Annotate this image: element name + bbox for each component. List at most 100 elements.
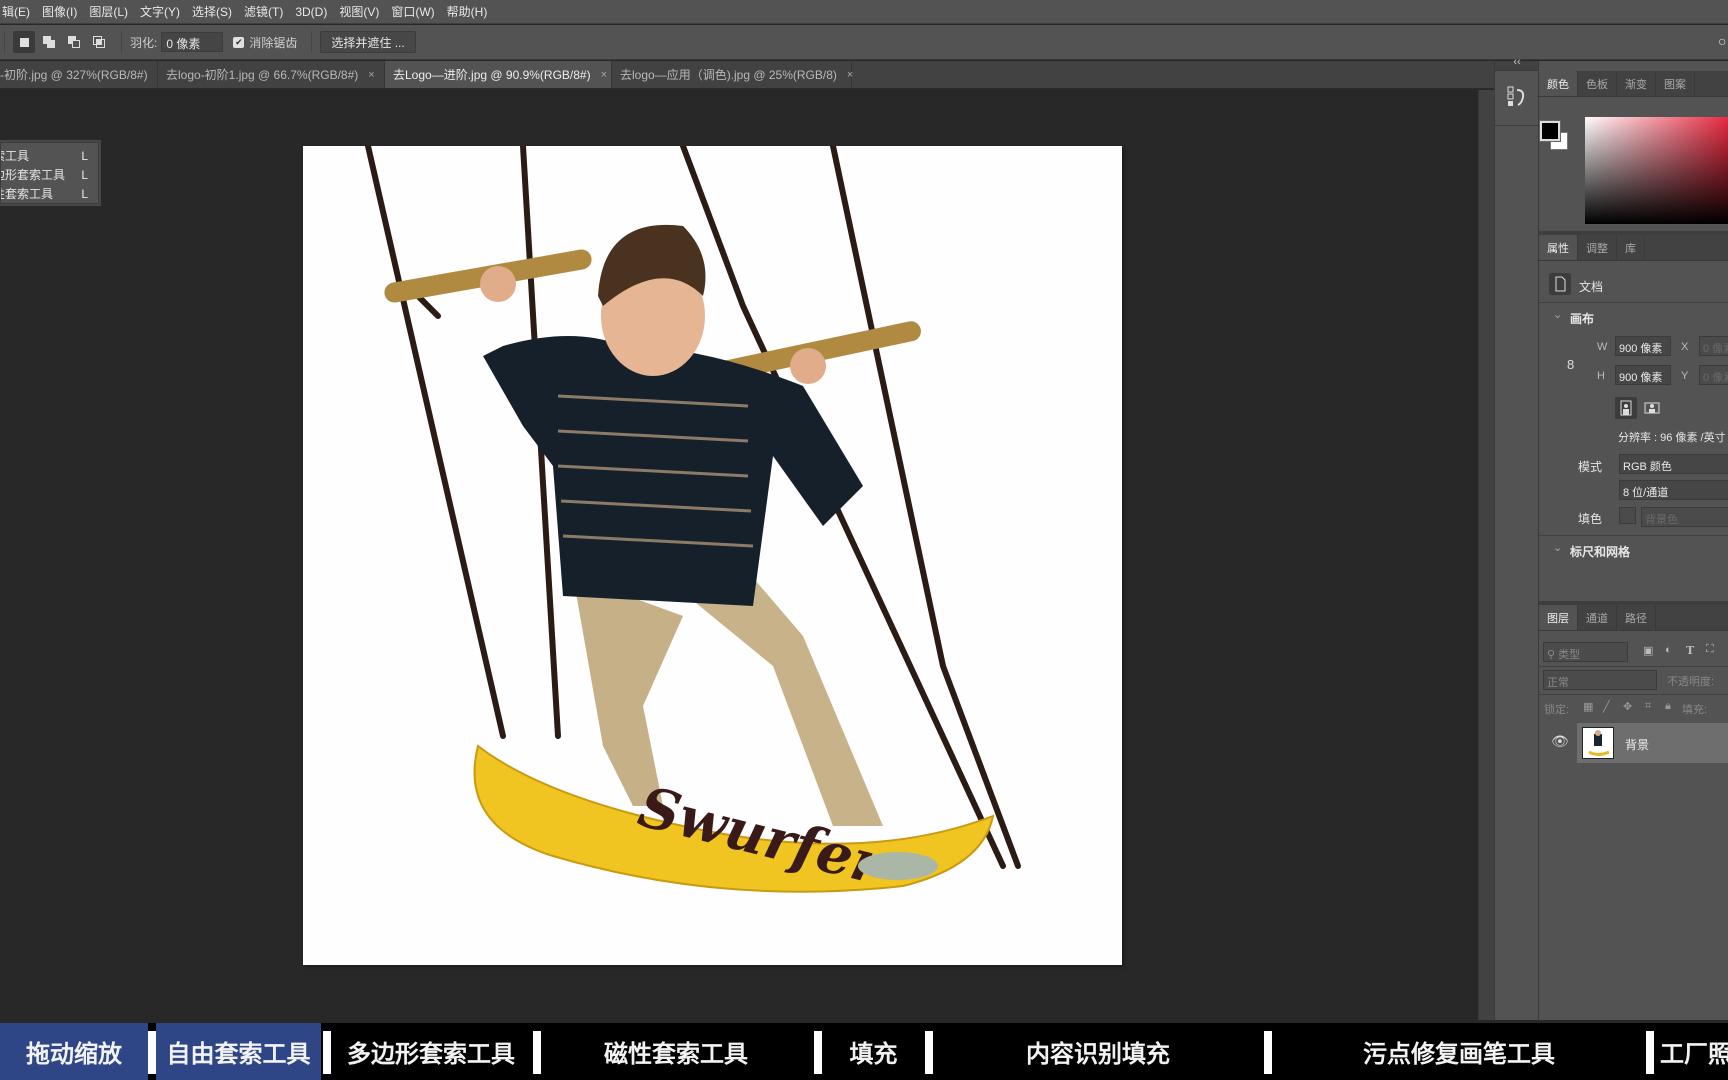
tab-channels[interactable]: 通道	[1578, 605, 1617, 630]
boy-leg-left	[573, 576, 683, 806]
lock-image-pixels-icon[interactable]: ╱	[1603, 700, 1610, 713]
flyout-item-magnetic-lasso[interactable]: 性套索工具 L	[1, 184, 98, 203]
flyout-shortcut: L	[81, 148, 88, 163]
tab-color[interactable]: 颜色	[1539, 71, 1578, 96]
layer-filter-select[interactable]: ⚲ 类型	[1543, 642, 1628, 662]
layer-name: 背景	[1625, 738, 1650, 752]
tab-properties[interactable]: 属性	[1539, 235, 1578, 260]
color-panel-tabs: 颜色 色板 渐变 图案	[1539, 71, 1728, 97]
collapse-panels-icon[interactable]: ‹‹	[1495, 56, 1539, 68]
lock-transparent-pixels-icon[interactable]: ▦	[1583, 700, 1593, 713]
layers-panel: 图层 通道 路径 ⚲ 类型 ▣ ◐ T ⛶ 正常 不透明度: 锁定: ▦ ╱ ✥…	[1539, 605, 1728, 1020]
fill-color-swatch[interactable]	[1619, 507, 1636, 524]
add-to-selection-button[interactable]	[38, 31, 60, 53]
feather-input[interactable]: 0 像素	[161, 32, 224, 52]
color-mode-select[interactable]: RGB 颜色	[1619, 454, 1728, 474]
close-icon[interactable]: ×	[368, 69, 374, 81]
type-layer-filter-icon[interactable]: T	[1686, 644, 1694, 657]
menu-window[interactable]: 窗口(W)	[385, 3, 440, 20]
divider	[311, 31, 313, 53]
caption-divider	[323, 1031, 331, 1074]
video-captions-bar: 拖动缩放 自由套索工具 多边形套索工具 磁性套索工具 填充 内容识别填充 污点修…	[0, 1023, 1728, 1080]
flyout-item-label: 索工具	[1, 149, 30, 163]
caption-divider	[814, 1031, 822, 1074]
flyout-item-lasso[interactable]: 索工具 L	[1, 146, 98, 165]
color-picker-field[interactable]	[1585, 117, 1728, 224]
intersect-selection-button[interactable]	[88, 31, 110, 53]
caption-divider	[148, 1031, 156, 1074]
properties-panel-tabs: 属性 调整 库	[1539, 235, 1728, 261]
tab-patterns[interactable]: 图案	[1656, 71, 1695, 96]
fill-select[interactable]: 背景色	[1641, 507, 1728, 527]
history-panel-button[interactable]	[1495, 72, 1539, 126]
landscape-orientation-button[interactable]	[1641, 397, 1663, 419]
menu-edit[interactable]: 辑(E)	[0, 3, 36, 20]
filter-kind-label: 类型	[1558, 649, 1581, 661]
tab-doc-4[interactable]: 去logo—应用（调色).jpg @ 25%(RGB/8) ×	[612, 61, 853, 88]
blend-mode-select[interactable]: 正常	[1543, 670, 1657, 690]
tab-libraries[interactable]: 库	[1617, 235, 1645, 260]
tab-doc-1[interactable]: -初阶.jpg @ 327%(RGB/8#)×	[0, 61, 164, 88]
lock-position-icon[interactable]: ✥	[1623, 700, 1632, 713]
menu-layer[interactable]: 图层(L)	[83, 3, 134, 20]
flyout-shortcut: L	[81, 167, 88, 182]
pixel-layer-filter-icon[interactable]: ▣	[1643, 644, 1653, 657]
portrait-orientation-button[interactable]	[1615, 397, 1637, 419]
menu-select[interactable]: 选择(S)	[186, 3, 238, 20]
chevron-down-icon[interactable]: ⌄	[1553, 308, 1562, 321]
menu-filter[interactable]: 滤镜(T)	[238, 3, 289, 20]
intersect-selection-icon	[93, 36, 105, 48]
close-icon[interactable]: ×	[847, 69, 853, 81]
vertical-scrollbar[interactable]	[1478, 90, 1494, 1020]
height-input[interactable]: 900 像素	[1615, 365, 1671, 385]
tab-swatches[interactable]: 色板	[1578, 71, 1617, 96]
divider	[4, 31, 5, 53]
adjustment-layer-filter-icon[interactable]: ◐	[1665, 644, 1672, 656]
flyout-item-polygonal-lasso[interactable]: 边形套索工具 L	[1, 165, 98, 184]
shape-layer-filter-icon[interactable]: ⛶	[1706, 643, 1714, 656]
antialias-checkbox[interactable]: ✔	[233, 36, 245, 48]
y-input[interactable]: 0 像素	[1699, 365, 1728, 385]
layers-panel-tabs: 图层 通道 路径	[1539, 605, 1728, 631]
tab-doc-3[interactable]: 去Logo—进阶.jpg @ 90.9%(RGB/8#) ×	[385, 61, 612, 88]
menu-3d[interactable]: 3D(D)	[289, 5, 333, 19]
caption-divider	[1264, 1031, 1272, 1074]
lock-all-icon[interactable]: 🔒︎	[1665, 700, 1671, 713]
search-icon[interactable]: ○	[1718, 33, 1726, 49]
rope-knot	[415, 293, 441, 319]
menu-help[interactable]: 帮助(H)	[441, 3, 494, 20]
menu-type[interactable]: 文字(Y)	[134, 3, 186, 20]
close-icon[interactable]: ×	[601, 69, 607, 81]
new-selection-button[interactable]	[13, 31, 35, 53]
width-input[interactable]: 900 像素	[1615, 336, 1671, 356]
tab-doc-2[interactable]: 去logo-初阶1.jpg @ 66.7%(RGB/8#) ×	[158, 61, 385, 88]
lock-artboard-icon[interactable]: ⌗	[1645, 700, 1651, 713]
chevron-down-icon[interactable]: ⌄	[1553, 541, 1562, 554]
flyout-item-label: 性套索工具	[1, 187, 54, 201]
swing-photo: Swurfer	[365, 146, 1021, 899]
tab-paths[interactable]: 路径	[1617, 605, 1656, 630]
menu-image[interactable]: 图像(I)	[36, 3, 83, 20]
subtract-selection-icon	[68, 36, 80, 48]
tab-label: 去logo-初阶1.jpg @ 66.7%(RGB/8#)	[166, 68, 359, 82]
link-dimensions-icon[interactable]: 8	[1567, 357, 1574, 372]
x-input[interactable]: 0 像素	[1699, 336, 1728, 356]
tab-adjustments[interactable]: 调整	[1578, 235, 1617, 260]
bit-depth-select[interactable]: 8 位/通道	[1619, 480, 1728, 500]
foreground-color-swatch[interactable]	[1539, 120, 1561, 142]
search-icon: ⚲	[1547, 649, 1559, 661]
caption-content-aware-fill: 内容识别填充	[1026, 1040, 1170, 1068]
tab-gradients[interactable]: 渐变	[1617, 71, 1656, 96]
document-canvas[interactable]: Swurfer	[303, 146, 1122, 965]
history-icon	[1507, 86, 1525, 106]
menu-view[interactable]: 视图(V)	[333, 3, 385, 20]
eye-visibility-icon[interactable]: 👁︎	[1551, 733, 1569, 750]
caption-divider	[1646, 1031, 1654, 1074]
select-and-mask-button[interactable]: 选择并遮住 ...	[320, 31, 416, 53]
document-icon	[1549, 273, 1571, 295]
layer-row[interactable]: 👁︎ 背景	[1539, 723, 1728, 763]
subtract-from-selection-button[interactable]	[63, 31, 85, 53]
caption-drag-zoom: 拖动缩放	[0, 1023, 148, 1080]
properties-panel: 属性 调整 库 文档 ⌄ 画布 8 W 900 像素 X 0 像素 H 900 …	[1539, 235, 1728, 605]
tab-layers[interactable]: 图层	[1539, 605, 1578, 630]
